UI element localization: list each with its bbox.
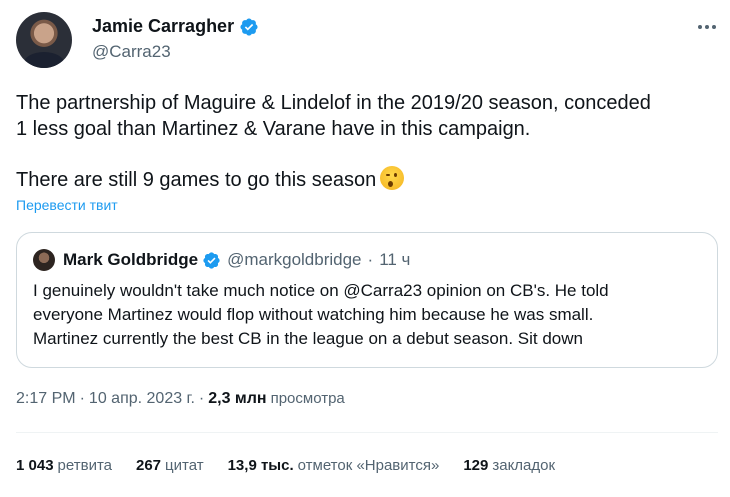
tweet-stats: 1 043 ретвита 267 цитат 13,9 тыс. отмето… bbox=[16, 457, 555, 474]
tweet-text-line-3: There are still 9 games to go this seaso… bbox=[16, 166, 405, 193]
winking-face-icon bbox=[380, 166, 405, 190]
quote-separator: · bbox=[367, 250, 374, 269]
quotes-label: цитат bbox=[165, 457, 204, 474]
author-avatar[interactable] bbox=[16, 12, 72, 68]
retweets-label: ретвита bbox=[57, 457, 112, 474]
bookmarks-stat[interactable]: 129 закладок bbox=[463, 457, 555, 474]
views-label: просмотра bbox=[270, 390, 345, 407]
tweet-date[interactable]: 10 апр. 2023 г. bbox=[89, 390, 195, 408]
bookmarks-label: закладок bbox=[492, 457, 556, 474]
translate-tweet-link[interactable]: Перевести твит bbox=[16, 197, 118, 213]
quote-text-line-1: I genuinely wouldn't take much notice on… bbox=[33, 281, 609, 300]
tweet-text-line-2: 1 less goal than Martinez & Varane have … bbox=[16, 118, 531, 140]
likes-count: 13,9 тыс. bbox=[227, 457, 294, 474]
divider bbox=[16, 432, 718, 433]
quote-verified-badge-icon bbox=[203, 251, 220, 269]
quotes-count: 267 bbox=[136, 457, 162, 474]
quote-author-name: Mark Goldbridge bbox=[63, 250, 199, 269]
tweet-meta: 2:17 PM · 10 апр. 2023 г. · 2,3 млн прос… bbox=[16, 390, 345, 408]
quote-timestamp: 11 ч bbox=[379, 250, 411, 269]
quote-author-avatar bbox=[33, 249, 55, 271]
quote-header: Mark Goldbridge @markgoldbridge · 11 ч bbox=[63, 250, 410, 270]
retweets-count: 1 043 bbox=[16, 457, 54, 474]
quoted-tweet[interactable]: Mark Goldbridge @markgoldbridge · 11 ч I… bbox=[16, 232, 718, 368]
retweets-stat[interactable]: 1 043 ретвита bbox=[16, 457, 112, 474]
verified-badge-icon bbox=[240, 17, 258, 36]
more-options-icon[interactable] bbox=[694, 14, 720, 40]
quote-text-line-2: everyone Martinez would flop without wat… bbox=[33, 305, 594, 324]
author-info: Jamie Carragher @Carra23 bbox=[92, 16, 259, 62]
quote-author-handle: @markgoldbridge bbox=[227, 250, 362, 269]
quotes-stat[interactable]: 267 цитат bbox=[136, 457, 204, 474]
views-count: 2,3 млн bbox=[208, 390, 267, 407]
likes-label: отметок «Нравится» bbox=[297, 457, 440, 474]
likes-stat[interactable]: 13,9 тыс. отметок «Нравится» bbox=[228, 457, 440, 474]
author-name[interactable]: Jamie Carragher bbox=[92, 16, 234, 37]
quote-text-line-3: Martinez currently the best CB in the le… bbox=[33, 329, 583, 348]
meta-separator-2: · bbox=[198, 390, 205, 407]
bookmarks-count: 129 bbox=[463, 457, 489, 474]
tweet-text-line-1: The partnership of Maguire & Lindelof in… bbox=[16, 92, 651, 114]
tweet-time[interactable]: 2:17 PM bbox=[16, 390, 76, 408]
author-handle[interactable]: @Carra23 bbox=[92, 42, 259, 62]
meta-separator-1: · bbox=[79, 390, 85, 407]
tweet-text-line-3-content: There are still 9 games to go this seaso… bbox=[16, 169, 377, 191]
